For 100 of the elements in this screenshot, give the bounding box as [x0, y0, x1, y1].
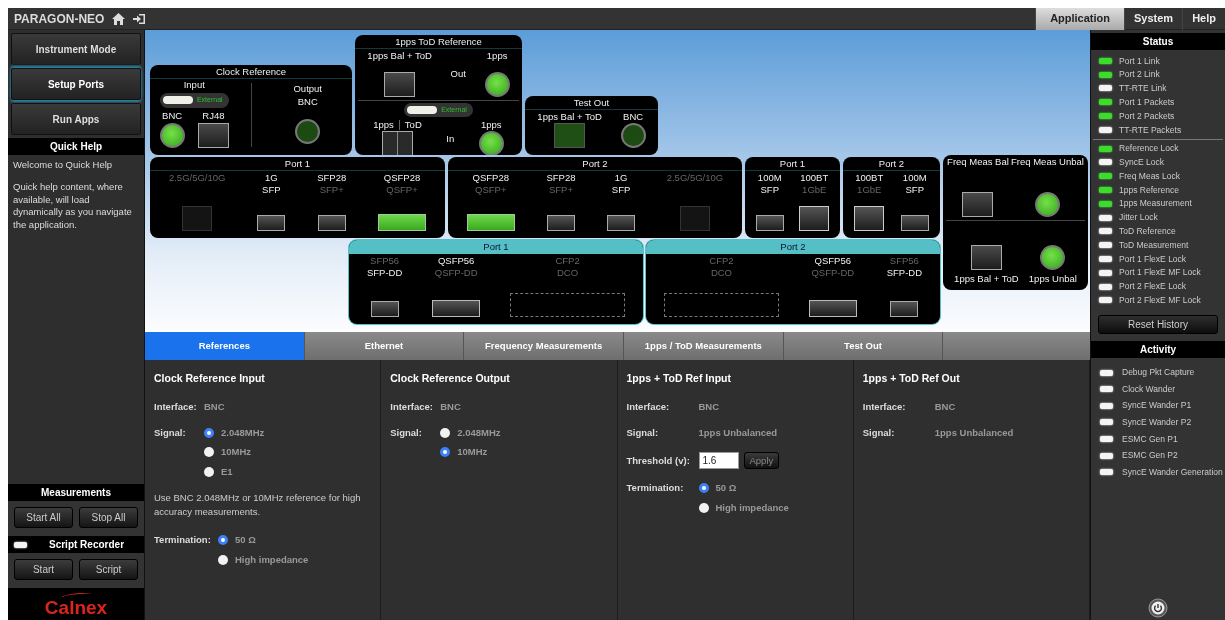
nav-button[interactable]: Run Apps [11, 103, 141, 135]
logout-icon[interactable] [133, 12, 147, 25]
activity-label: SyncE Wander P1 [1122, 399, 1192, 413]
tab[interactable]: Test Out [783, 332, 944, 360]
radio-button[interactable] [204, 428, 214, 439]
bnc-connector[interactable] [1034, 192, 1060, 217]
field-label: Signal: [154, 426, 187, 440]
power-icon[interactable] [1148, 598, 1168, 618]
bnc-connector[interactable] [295, 119, 321, 144]
recorder-button[interactable]: Start [14, 559, 73, 580]
panel-title: Port 1 [150, 157, 445, 171]
port-label: 100BT [800, 172, 829, 184]
socket-connector[interactable] [384, 71, 416, 97]
sfp-port[interactable] [890, 301, 919, 317]
menu-tab[interactable]: Help [1182, 7, 1225, 30]
port-label: QSFP56 [437, 255, 475, 267]
status-label: Port 1 FlexE Lock [1119, 252, 1187, 266]
radio-button[interactable] [698, 483, 709, 494]
tab[interactable]: Ethernet [304, 332, 465, 360]
section-header: Activity [1091, 341, 1225, 359]
field-label: Termination: [626, 481, 685, 496]
radio-button[interactable] [218, 554, 228, 565]
port-label: In [446, 132, 455, 145]
panel-title: Port 2 [646, 240, 940, 254]
port-label: ToD [404, 119, 422, 131]
bnc-connector[interactable] [484, 71, 510, 97]
port-label: SFP56 [370, 255, 400, 267]
recorder-button[interactable]: Script [79, 559, 138, 580]
option-label: 50 Ω [235, 533, 256, 548]
port-label: QSFP+ [386, 184, 418, 196]
radio-button[interactable] [204, 466, 214, 477]
radio-button[interactable] [204, 447, 214, 458]
port-label: BNC [297, 96, 318, 108]
port-label: 1G [264, 172, 278, 184]
port-label: 1GbE [857, 184, 882, 196]
activity-label: SyncE Wander P2 [1122, 416, 1192, 429]
radio-button[interactable] [440, 447, 451, 458]
measurement-button[interactable]: Start All [14, 507, 73, 528]
qsfp-port[interactable] [808, 300, 857, 317]
option-label: 2.048MHz [457, 426, 501, 440]
tab[interactable]: Frequency Measurements [464, 332, 624, 360]
bnc-connector[interactable] [478, 131, 504, 155]
panel-title: Port 1 [745, 157, 840, 171]
option-label: High impedance [235, 552, 309, 567]
qsfp-port[interactable] [432, 300, 481, 317]
panel-title: Port 2 [448, 157, 742, 171]
socket-connector[interactable] [962, 192, 994, 217]
bnc-connector[interactable] [159, 123, 185, 148]
activity-label: SyncE Wander Generation [1122, 465, 1223, 479]
option-label: 10MHz [221, 445, 252, 460]
apply-button[interactable]: Apply [743, 452, 780, 470]
radio-button[interactable] [698, 502, 709, 513]
nav-button[interactable]: Setup Ports [11, 68, 141, 100]
status-label: Port 1 Packets [1119, 95, 1175, 109]
threshold-field[interactable]: 1.6 [698, 452, 739, 470]
nav-button[interactable]: Instrument Mode [11, 33, 141, 65]
sfp-port[interactable] [755, 215, 784, 231]
measurement-button[interactable]: Stop All [79, 507, 138, 528]
sfp-port[interactable] [607, 215, 636, 231]
app-title: PARAGON-NEO [14, 10, 105, 28]
field-label: Interface: [390, 399, 434, 414]
menu-tab[interactable]: System [1124, 7, 1183, 30]
port-label: 1pps [373, 119, 394, 131]
field-label: Signal: [626, 426, 660, 440]
field-label: Signal: [390, 426, 423, 440]
status-label: 1pps Measurement [1119, 197, 1192, 211]
sfp-port[interactable] [370, 301, 399, 317]
port-label: QSFP-DD [434, 267, 478, 279]
status-label: Port 1 Link [1119, 54, 1160, 68]
socket-connector[interactable] [197, 123, 229, 148]
status-label: 1pps Reference [1119, 183, 1179, 197]
port-label: QSFP28 [472, 172, 509, 184]
reset-history-button[interactable]: Reset History [1098, 315, 1218, 335]
section-heading: Output [292, 83, 323, 95]
tab[interactable]: 1pps / ToD Measurements [624, 332, 784, 360]
radio-button[interactable] [440, 428, 451, 439]
menu-tab[interactable]: Application [1035, 7, 1124, 30]
port-label: BNC [623, 111, 644, 123]
sfp-port[interactable] [257, 215, 286, 231]
bnc-connector[interactable] [1040, 245, 1066, 270]
split-socket-connector[interactable] [382, 131, 413, 155]
bnc-connector[interactable] [620, 123, 646, 148]
socket-connector[interactable] [970, 245, 1002, 270]
port-label: 1pps Bal + ToD [367, 50, 432, 62]
port-label: 2.5G/5G/10G [168, 172, 226, 184]
port-label: CFP2 [555, 255, 580, 267]
home-icon[interactable] [112, 12, 126, 25]
sfp-port[interactable] [546, 215, 575, 231]
sfp-port[interactable] [317, 215, 346, 231]
port-label: SFP [760, 184, 779, 196]
port-label: 100M [757, 172, 782, 184]
section-header: Measurements [8, 484, 144, 501]
panel-title: 1pps ToD Reference [355, 35, 522, 49]
sfp-port[interactable] [900, 215, 929, 231]
field-value: BNC [934, 399, 956, 414]
port-label: 1G [614, 172, 628, 184]
panel-title: Port 1 [349, 240, 643, 254]
tab[interactable]: References [145, 332, 305, 360]
section-header: Status [1091, 33, 1225, 50]
radio-button[interactable] [218, 535, 228, 546]
